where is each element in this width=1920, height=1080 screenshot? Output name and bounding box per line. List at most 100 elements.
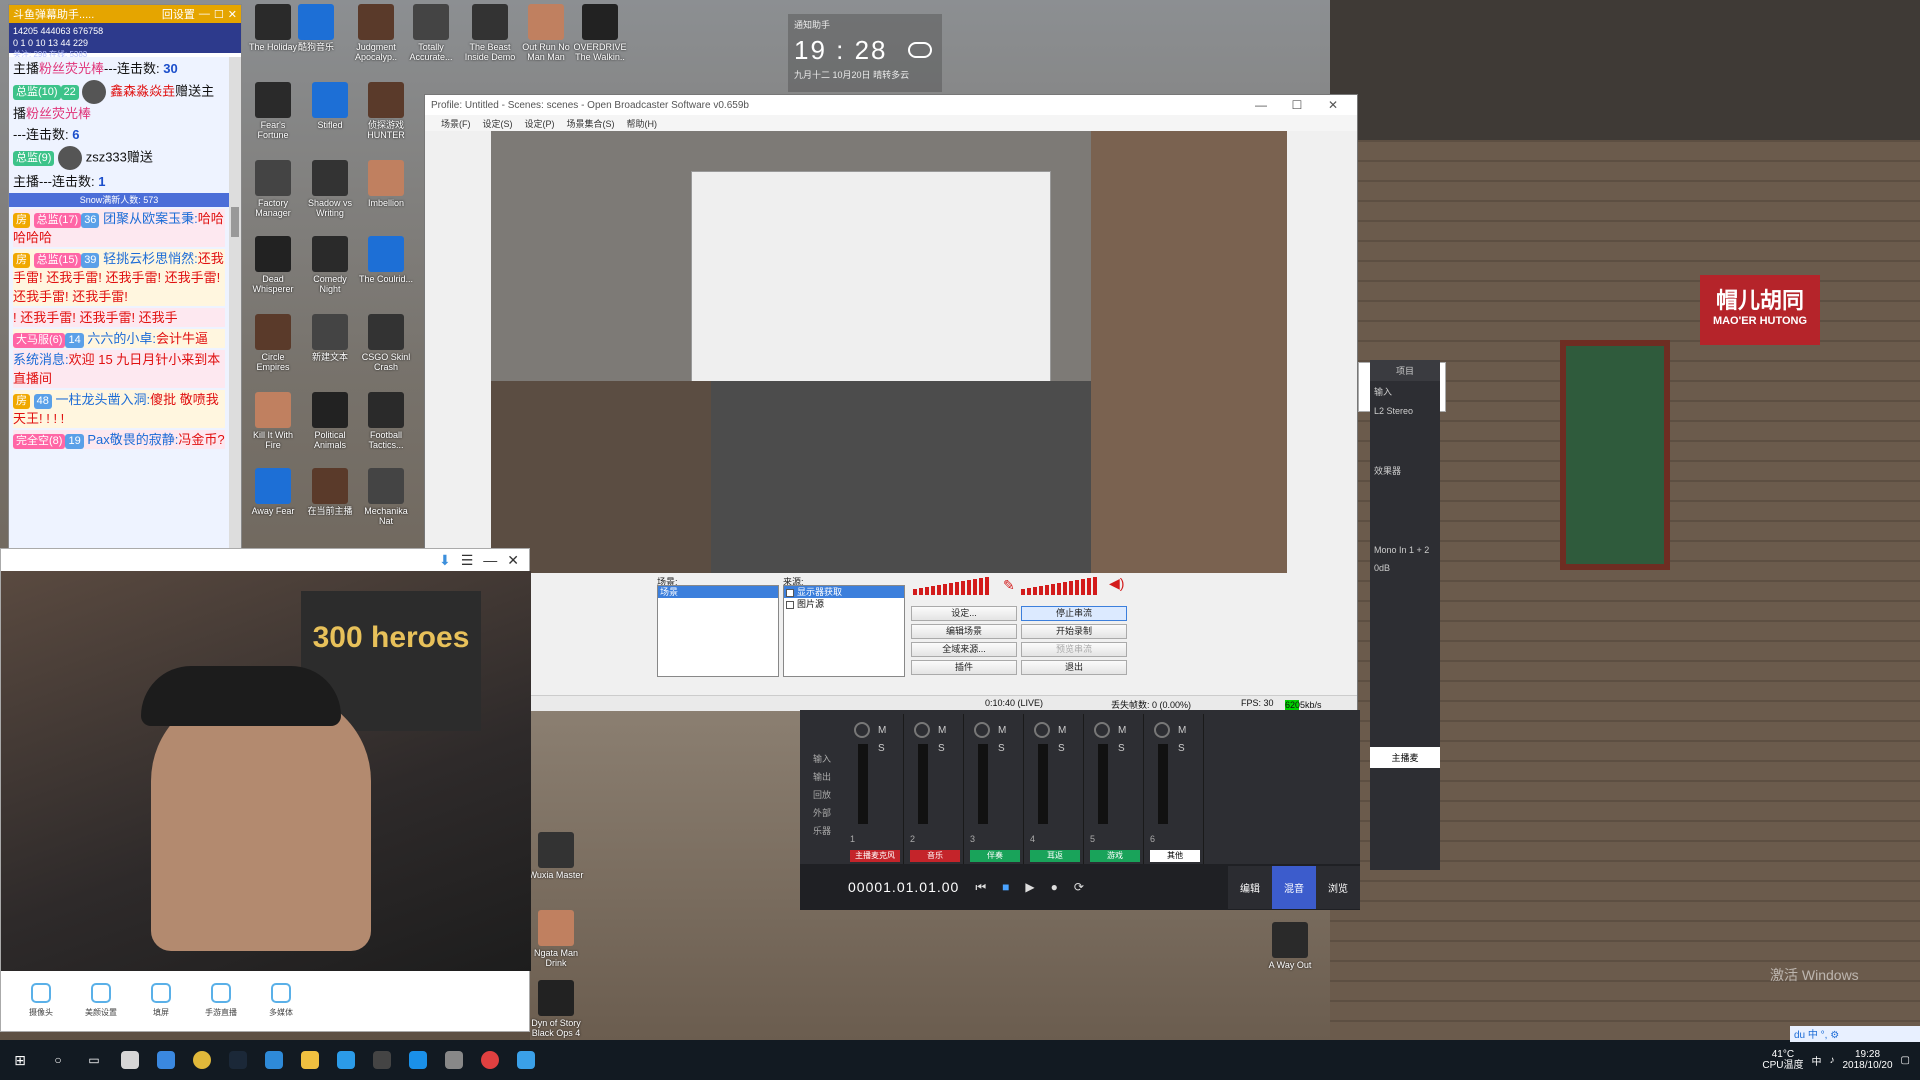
taskbar-app-1[interactable] [112, 1045, 148, 1075]
source-checkbox[interactable] [786, 600, 794, 609]
minimize-icon[interactable]: — [199, 8, 210, 20]
global-sources-button[interactable]: 全域来源... [911, 642, 1017, 657]
desktop-icon[interactable]: Dyn of Story Black Ops 4 [528, 980, 584, 1038]
menu-item-scene-collection[interactable]: 场景集合(S) [567, 117, 615, 130]
close-icon[interactable]: ✕ [228, 8, 237, 21]
desktop-icon[interactable]: Comedy Night [302, 236, 358, 294]
desktop-icon[interactable]: A Way Out [1262, 922, 1318, 970]
desktop-icon[interactable]: 在当前主播 [302, 468, 358, 516]
ime-indicator[interactable]: 中 [1811, 1053, 1821, 1068]
scene-item[interactable]: 场景 [658, 586, 778, 598]
rewind-icon[interactable]: ⏮ [975, 880, 986, 895]
taskbar-app-ie[interactable] [328, 1045, 364, 1075]
mute-solo[interactable]: MS [938, 722, 946, 758]
desktop-icon[interactable]: Away Fear [245, 468, 301, 516]
tab-mix[interactable]: 混音 [1272, 865, 1316, 909]
loop-icon[interactable]: ⟳ [1074, 880, 1084, 894]
side-panel-tab[interactable]: 项目 [1370, 360, 1440, 381]
camera-tool-screen[interactable]: 填屏 [131, 982, 191, 1018]
camera-tool-beauty[interactable]: 美颜设置 [71, 982, 131, 1018]
desktop-icon[interactable]: OVERDRIVE The Walkin.. [572, 4, 628, 62]
desktop-icon[interactable]: The Beast Inside Demo [462, 4, 518, 62]
pan-knob[interactable] [974, 722, 990, 738]
download-icon[interactable]: ⬇ [439, 552, 451, 569]
menu-icon[interactable]: ☰ [461, 552, 474, 569]
speaker-icon[interactable]: ◀) [1109, 575, 1124, 592]
desktop-icon[interactable]: Ngata Man Drink [528, 910, 584, 968]
camera-tool-phone[interactable]: 手游直播 [191, 982, 251, 1018]
taskbar-app-kugou[interactable] [400, 1045, 436, 1075]
desktop-icon[interactable]: 酷狗音乐 [288, 4, 344, 52]
mute-solo[interactable]: MS [1058, 722, 1066, 758]
channel-fader[interactable] [858, 744, 868, 824]
preview-stream-button[interactable]: 预览串流 [1021, 642, 1127, 657]
taskbar-app-6[interactable] [436, 1045, 472, 1075]
mute-solo[interactable]: MS [1118, 722, 1126, 758]
mic-volume-meter[interactable] [913, 577, 989, 595]
settings-button[interactable]: 设定... [911, 606, 1017, 621]
baidu-ime-bar[interactable]: du 中 °, ⚙ [1790, 1026, 1920, 1042]
scenes-list[interactable]: 场景 [657, 585, 779, 677]
desktop-volume-meter[interactable] [1021, 577, 1097, 595]
desktop-icon[interactable]: The Coulrid... [358, 236, 414, 284]
side-panel-effects[interactable]: 效果器 [1370, 460, 1440, 481]
pan-knob[interactable] [854, 722, 870, 738]
channel-fader[interactable] [1098, 744, 1108, 824]
menu-item-help[interactable]: 帮助(H) [627, 117, 658, 130]
mute-solo[interactable]: MS [1178, 722, 1186, 758]
taskbar-app-explorer[interactable] [292, 1045, 328, 1075]
desktop-icon[interactable]: Political Animals [302, 392, 358, 450]
taskbar-clock[interactable]: 19:28 2018/10/20 [1842, 1049, 1892, 1071]
desktop-icon[interactable]: Judgment Apocalyp.. [348, 4, 404, 62]
record-icon[interactable]: ● [1051, 880, 1058, 894]
desktop-icon[interactable]: Stifled [302, 82, 358, 130]
sources-list[interactable]: 显示器获取 图片源 [783, 585, 905, 677]
menu-item-settings[interactable]: 设定(S) [483, 117, 513, 130]
channel-fader[interactable] [1158, 744, 1168, 824]
desktop-icon[interactable]: Circle Empires [245, 314, 301, 372]
desktop-icon[interactable]: 新建文本 [302, 314, 358, 362]
desktop-icon[interactable]: Factory Manager [245, 160, 301, 218]
maximize-icon[interactable]: ☐ [1279, 98, 1315, 112]
desktop-icon[interactable]: CSGO Skinl Crash [358, 314, 414, 372]
close-icon[interactable]: ✕ [1315, 98, 1351, 112]
close-icon[interactable]: ✕ [507, 552, 519, 569]
chat-settings-button[interactable]: 回设置 [162, 6, 195, 22]
tab-edit[interactable]: 编辑 [1228, 865, 1272, 909]
desktop-icon[interactable]: Shadow vs Writing [302, 160, 358, 218]
desktop-icon[interactable]: Wuxia Master [528, 832, 584, 880]
minimize-icon[interactable]: — [483, 552, 497, 568]
channel-fader[interactable] [978, 744, 988, 824]
side-panel-input[interactable]: 输入 [1370, 381, 1440, 402]
plugins-button[interactable]: 插件 [911, 660, 1017, 675]
taskbar-app-5[interactable] [364, 1045, 400, 1075]
taskbar-app-edge[interactable] [148, 1045, 184, 1075]
mic-icon[interactable]: ✎ [1003, 577, 1015, 594]
taskbar-app-chrome[interactable] [184, 1045, 220, 1075]
taskbar-app-steam[interactable] [220, 1045, 256, 1075]
tab-browse[interactable]: 浏览 [1316, 865, 1360, 909]
scroll-thumb[interactable] [231, 207, 239, 237]
channel-fader[interactable] [918, 744, 928, 824]
desktop-icon[interactable]: Out Run No Man Man [518, 4, 574, 62]
mute-solo[interactable]: MS [998, 722, 1006, 758]
start-record-button[interactable]: 开始录制 [1021, 624, 1127, 639]
desktop-icon[interactable]: Dead Whisperer [245, 236, 301, 294]
channel-fader[interactable] [1038, 744, 1048, 824]
task-view-icon[interactable]: ▭ [76, 1045, 112, 1075]
menu-item-profile[interactable]: 设定(P) [525, 117, 555, 130]
chat-scrollbar[interactable] [229, 57, 241, 629]
desktop-icon[interactable]: Imbellion [358, 160, 414, 208]
camera-tool-media[interactable]: 多媒体 [251, 982, 311, 1018]
side-panel-stereo[interactable]: L2 Stereo [1370, 402, 1440, 420]
pan-knob[interactable] [1154, 722, 1170, 738]
side-panel-button[interactable]: 主播麦 [1370, 747, 1440, 768]
source-item[interactable]: 显示器获取 [784, 586, 904, 598]
desktop-icon[interactable]: Totally Accurate... [403, 4, 459, 62]
stop-stream-button[interactable]: 停止串流 [1021, 606, 1127, 621]
source-checkbox[interactable] [786, 588, 794, 597]
minimize-icon[interactable]: — [1243, 98, 1279, 112]
taskbar-app-7[interactable] [472, 1045, 508, 1075]
source-item[interactable]: 图片源 [784, 598, 904, 610]
play-icon[interactable]: ▶ [1025, 880, 1034, 894]
